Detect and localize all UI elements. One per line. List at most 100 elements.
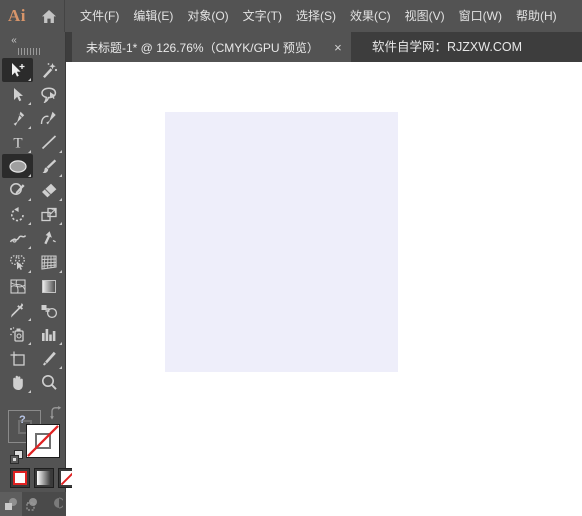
eraser-tool[interactable] bbox=[33, 178, 64, 202]
draw-inside-button[interactable] bbox=[44, 492, 66, 516]
gradient-tool[interactable] bbox=[33, 274, 64, 298]
menu-help[interactable]: 帮助(H) bbox=[509, 0, 564, 32]
hand-tool[interactable] bbox=[2, 370, 33, 394]
menu-select[interactable]: 选择(S) bbox=[289, 0, 343, 32]
blend-tool[interactable] bbox=[33, 298, 64, 322]
color-mode-swatch bbox=[13, 471, 27, 485]
tools-panel: « T ? bbox=[0, 32, 78, 516]
tool-row bbox=[2, 82, 64, 106]
color-mode-button[interactable] bbox=[10, 468, 30, 488]
flyout-indicator-icon bbox=[28, 126, 31, 129]
draw-behind-button[interactable] bbox=[22, 492, 44, 516]
type-tool[interactable]: T bbox=[2, 130, 33, 154]
pen-tool[interactable] bbox=[2, 106, 33, 130]
none-slash-icon bbox=[27, 425, 59, 457]
menu-divider bbox=[64, 0, 65, 32]
flyout-indicator-icon bbox=[28, 174, 31, 177]
width-tool[interactable] bbox=[2, 226, 33, 250]
tool-row bbox=[2, 346, 64, 370]
default-fill-stroke-icon[interactable] bbox=[10, 450, 26, 466]
flyout-indicator-icon bbox=[28, 342, 31, 345]
tool-row bbox=[2, 202, 64, 226]
color-mode-buttons bbox=[10, 468, 78, 488]
home-icon[interactable] bbox=[34, 0, 64, 32]
flyout-indicator-icon bbox=[59, 222, 62, 225]
canvas-area[interactable] bbox=[72, 62, 582, 509]
document-tab-bar: 未标题-1* @ 126.76%（CMYK/GPU 预览） × 软件自学网：RJ… bbox=[0, 32, 582, 62]
paintbrush-tool[interactable] bbox=[33, 154, 64, 178]
stroke-unknown-marker: ? bbox=[19, 414, 26, 426]
menu-bar: Ai 文件(F) 编辑(E) 对象(O) 文字(T) 选择(S) 效果(C) 视… bbox=[0, 0, 582, 32]
free-transform-tool[interactable] bbox=[33, 226, 64, 250]
tool-row bbox=[2, 250, 64, 274]
magic-wand-tool[interactable] bbox=[33, 58, 64, 82]
eyedropper-tool[interactable] bbox=[2, 298, 33, 322]
tool-row bbox=[2, 106, 64, 130]
flyout-indicator-icon bbox=[59, 150, 62, 153]
close-icon[interactable]: × bbox=[327, 41, 349, 54]
symbol-sprayer-tool[interactable] bbox=[2, 322, 33, 346]
tool-row bbox=[2, 154, 64, 178]
curvature-tool[interactable] bbox=[33, 106, 64, 130]
tool-row bbox=[2, 370, 64, 394]
flyout-indicator-icon bbox=[28, 270, 31, 273]
draw-normal-button[interactable] bbox=[0, 492, 22, 516]
tool-row bbox=[2, 274, 64, 298]
shaper-pencil-tool[interactable] bbox=[2, 178, 33, 202]
menu-edit[interactable]: 编辑(E) bbox=[126, 0, 180, 32]
document-tab[interactable]: 未标题-1* @ 126.76%（CMYK/GPU 预览） × bbox=[72, 32, 351, 62]
flyout-indicator-icon bbox=[28, 150, 31, 153]
tool-row bbox=[2, 298, 64, 322]
draw-mode-buttons bbox=[0, 492, 66, 516]
menu-window[interactable]: 窗口(W) bbox=[452, 0, 509, 32]
flyout-indicator-icon bbox=[28, 390, 31, 393]
gradient-mode-swatch bbox=[37, 471, 51, 485]
illustrator-window: Ai 文件(F) 编辑(E) 对象(O) 文字(T) 选择(S) 效果(C) 视… bbox=[0, 0, 582, 516]
selection-tool[interactable] bbox=[2, 58, 33, 82]
collapse-panel-icon[interactable]: « bbox=[4, 34, 24, 48]
shape-builder-tool[interactable] bbox=[2, 250, 33, 274]
scale-tool[interactable] bbox=[33, 202, 64, 226]
tool-row bbox=[2, 58, 64, 82]
tool-grid: T bbox=[2, 58, 64, 394]
artboard[interactable] bbox=[165, 112, 398, 372]
tool-row bbox=[2, 178, 64, 202]
menu-file[interactable]: 文件(F) bbox=[73, 0, 126, 32]
watermark-text: 软件自学网：RJZXW.COM bbox=[372, 40, 522, 54]
slice-tool[interactable] bbox=[33, 346, 64, 370]
swap-fill-stroke-icon[interactable] bbox=[48, 406, 64, 422]
perspective-grid-tool[interactable] bbox=[33, 250, 64, 274]
fill-stroke-control: ? bbox=[8, 406, 62, 464]
panel-drag-handle[interactable] bbox=[18, 48, 50, 55]
menu-view[interactable]: 视图(V) bbox=[398, 0, 452, 32]
menu-object[interactable]: 对象(O) bbox=[180, 0, 235, 32]
artboard-tool[interactable] bbox=[2, 346, 33, 370]
flyout-indicator-icon bbox=[59, 198, 62, 201]
flyout-indicator-icon bbox=[28, 102, 31, 105]
tool-row bbox=[2, 226, 64, 250]
rotate-tool[interactable] bbox=[2, 202, 33, 226]
flyout-indicator-icon bbox=[59, 342, 62, 345]
flyout-indicator-icon bbox=[28, 198, 31, 201]
tool-row: T bbox=[2, 130, 64, 154]
ellipse-tool[interactable] bbox=[2, 154, 33, 178]
zoom-tool[interactable] bbox=[33, 370, 64, 394]
lasso-tool[interactable] bbox=[33, 82, 64, 106]
flyout-indicator-icon bbox=[59, 270, 62, 273]
document-tab-label: 未标题-1* @ 126.76%（CMYK/GPU 预览） bbox=[86, 40, 319, 55]
svg-text:T: T bbox=[13, 135, 22, 151]
menu-type[interactable]: 文字(T) bbox=[236, 0, 289, 32]
line-segment-tool[interactable] bbox=[33, 130, 64, 154]
gradient-mode-button[interactable] bbox=[34, 468, 54, 488]
menu-effect[interactable]: 效果(C) bbox=[343, 0, 398, 32]
flyout-indicator-icon bbox=[59, 174, 62, 177]
direct-selection-tool[interactable] bbox=[2, 82, 33, 106]
column-graph-tool[interactable] bbox=[33, 322, 64, 346]
fill-swatch[interactable] bbox=[26, 424, 60, 458]
mesh-tool[interactable] bbox=[2, 274, 33, 298]
flyout-indicator-icon bbox=[28, 246, 31, 249]
app-logo-icon: Ai bbox=[8, 6, 26, 25]
flyout-indicator-icon bbox=[28, 222, 31, 225]
flyout-indicator-icon bbox=[28, 318, 31, 321]
flyout-indicator-icon bbox=[28, 78, 31, 81]
